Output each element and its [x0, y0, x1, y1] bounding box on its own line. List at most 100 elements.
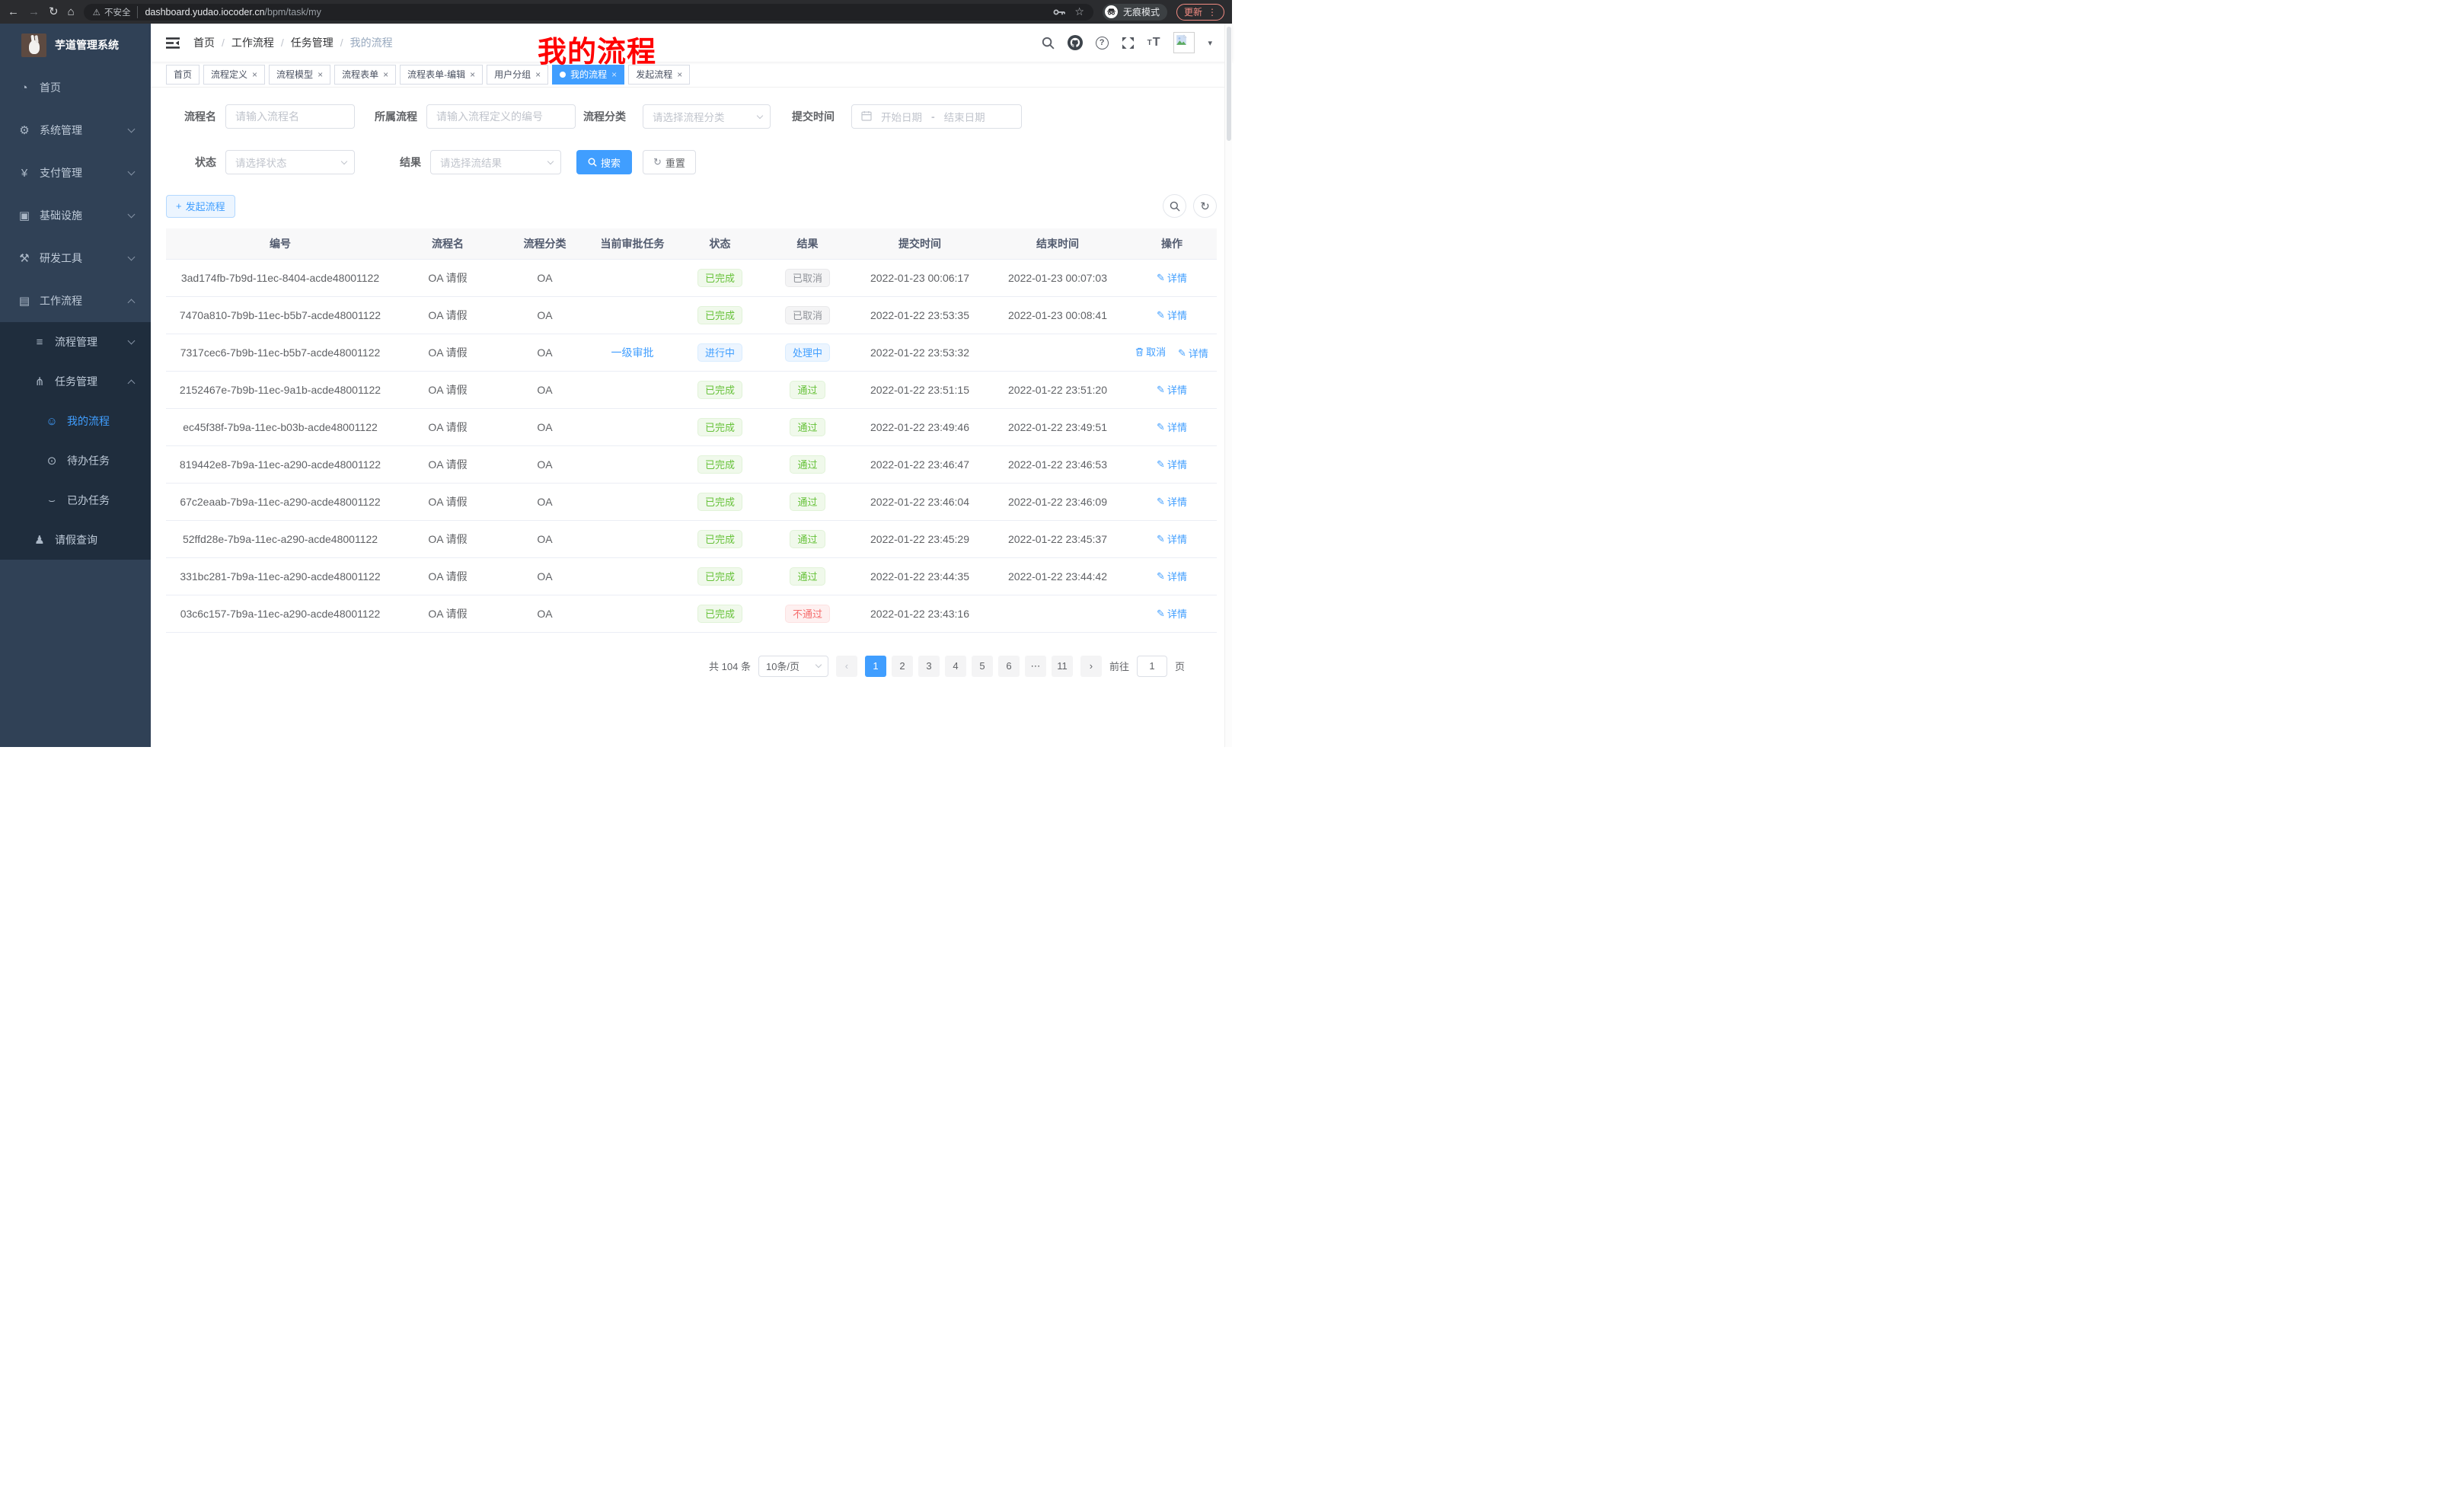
view-tab[interactable]: 发起流程 ×	[628, 65, 690, 85]
submit-time-cell: 2022-01-22 23:45:29	[851, 520, 988, 557]
address-bar[interactable]: ⚠ 不安全 dashboard.yudao.iocoder.cn/bpm/tas…	[84, 4, 1093, 21]
scrollbar[interactable]	[1224, 24, 1232, 747]
page-size-select[interactable]: 10条/页	[758, 656, 828, 677]
sidebar-item[interactable]: ⊙ 待办任务	[0, 441, 151, 480]
forward-icon[interactable]: →	[28, 6, 40, 18]
password-key-icon[interactable]	[1053, 8, 1065, 16]
view-tab[interactable]: 首页 ×	[166, 65, 199, 85]
sidebar-item[interactable]: ⌣ 已办任务	[0, 480, 151, 520]
sidebar-item[interactable]: ⚒ 研发工具	[0, 237, 151, 279]
create-process-button[interactable]: + 发起流程	[166, 195, 235, 218]
sidebar-item[interactable]: ▤ 工作流程	[0, 279, 151, 322]
tab-close-icon[interactable]: ×	[318, 69, 323, 80]
process-name-input[interactable]	[225, 104, 355, 129]
page-number-button[interactable]: 1	[865, 656, 886, 677]
help-icon[interactable]: ?	[1096, 37, 1109, 49]
security-indicator[interactable]: ⚠ 不安全	[93, 6, 139, 18]
app-logo[interactable]: 芋道管理系统	[0, 24, 151, 66]
end-time-cell: 2022-01-22 23:51:20	[988, 371, 1127, 408]
page-number-button[interactable]: 4	[945, 656, 966, 677]
detail-action-link[interactable]: ✎ 详情	[1178, 346, 1208, 360]
cancel-action-link[interactable]: 取消	[1135, 344, 1166, 359]
detail-action-link[interactable]: ✎ 详情	[1157, 420, 1187, 434]
tab-close-icon[interactable]: ×	[535, 69, 541, 80]
search-icon[interactable]	[1042, 37, 1055, 49]
scrollbar-thumb[interactable]	[1227, 27, 1231, 141]
goto-page-input[interactable]	[1137, 656, 1167, 677]
sidebar-item[interactable]: ♟ 请假查询	[0, 520, 151, 560]
reset-button[interactable]: ↻ 重置	[643, 150, 696, 174]
tab-close-icon[interactable]: ×	[383, 69, 388, 80]
bookmark-star-icon[interactable]: ☆	[1074, 5, 1084, 18]
fullscreen-icon[interactable]	[1122, 37, 1135, 49]
breadcrumb-link[interactable]: 工作流程	[231, 35, 274, 50]
process-name-cell: OA 请假	[394, 445, 501, 483]
process-name-cell: OA 请假	[394, 259, 501, 296]
tab-close-icon[interactable]: ×	[252, 69, 257, 80]
page-number-button[interactable]: 6	[998, 656, 1020, 677]
avatar[interactable]	[1173, 32, 1195, 53]
view-tab[interactable]: 流程表单 ×	[334, 65, 396, 85]
breadcrumb-link[interactable]: 我的流程	[350, 35, 393, 50]
refresh-table-button[interactable]: ↻	[1193, 194, 1217, 218]
status-badge: 已完成	[697, 567, 742, 586]
show-search-toggle-button[interactable]	[1163, 194, 1186, 218]
tab-close-icon[interactable]: ×	[470, 69, 475, 80]
process-name-cell: OA 请假	[394, 595, 501, 632]
page-number-button[interactable]: 11	[1052, 656, 1073, 677]
warning-icon: ⚠	[93, 7, 101, 18]
sidebar-item[interactable]: ☺ 我的流程	[0, 401, 151, 441]
home-icon[interactable]: ⌂	[68, 6, 75, 18]
detail-action-link[interactable]: ✎ 详情	[1157, 270, 1187, 285]
submit-time-range-picker[interactable]: 开始日期 - 结束日期	[851, 104, 1022, 129]
pagination: 共 104 条 10条/页 ‹ 1 2 3 4	[166, 656, 1217, 677]
view-tab[interactable]: 流程表单-编辑 ×	[400, 65, 483, 85]
page-number-button[interactable]: 5	[972, 656, 993, 677]
status-select[interactable]: 请选择状态	[225, 150, 355, 174]
page-number-button[interactable]: ⋯	[1025, 656, 1046, 677]
detail-action-link[interactable]: ✎ 详情	[1157, 457, 1187, 471]
prev-page-button[interactable]: ‹	[836, 656, 857, 677]
tab-close-icon[interactable]: ×	[677, 69, 682, 80]
detail-action-link[interactable]: ✎ 详情	[1157, 308, 1187, 322]
github-icon[interactable]	[1068, 35, 1083, 50]
detail-action-link[interactable]: ✎ 详情	[1157, 532, 1187, 546]
avatar-caret-icon[interactable]: ▾	[1208, 38, 1212, 48]
view-tab[interactable]: 流程模型 ×	[269, 65, 330, 85]
sidebar-item[interactable]: ≡ 流程管理	[0, 322, 151, 362]
tab-close-icon[interactable]: ×	[611, 69, 617, 80]
reload-icon[interactable]: ↻	[49, 6, 59, 18]
detail-action-link[interactable]: ✎ 详情	[1157, 494, 1187, 509]
result-select[interactable]: 请选择流结果	[430, 150, 561, 174]
breadcrumb-link[interactable]: 首页	[193, 35, 215, 50]
view-tab[interactable]: 我的流程 ×	[552, 65, 624, 85]
detail-action-link[interactable]: ✎ 详情	[1157, 569, 1187, 583]
end-time-cell: 2022-01-23 00:08:41	[988, 296, 1127, 334]
page-number-button[interactable]: 3	[918, 656, 940, 677]
browser-update-button[interactable]: 更新 ⋮	[1176, 4, 1224, 21]
view-tab[interactable]: 用户分组 ×	[487, 65, 548, 85]
detail-action-link[interactable]: ✎ 详情	[1157, 606, 1187, 621]
collapse-sidebar-icon[interactable]	[166, 37, 180, 49]
font-size-icon[interactable]: TT	[1147, 36, 1161, 49]
back-icon[interactable]: ←	[8, 6, 19, 18]
sidebar-item-label: 待办任务	[67, 453, 110, 468]
sidebar-item[interactable]: ▣ 基础设施	[0, 194, 151, 237]
view-tab[interactable]: 流程定义 ×	[203, 65, 265, 85]
search-button[interactable]: 搜索	[576, 150, 632, 174]
breadcrumb-link[interactable]: 任务管理	[291, 35, 334, 50]
current-task-link[interactable]: 一级审批	[611, 346, 654, 359]
category-cell: OA	[501, 296, 589, 334]
status-badge: 已完成	[697, 530, 742, 548]
sidebar-item[interactable]: ⚙ 系统管理	[0, 109, 151, 152]
sidebar-item[interactable]: ¥ 支付管理	[0, 152, 151, 194]
process-definition-input[interactable]	[426, 104, 576, 129]
sidebar-item[interactable]: ◔ 首页	[0, 66, 151, 109]
detail-action-link[interactable]: ✎ 详情	[1157, 382, 1187, 397]
sidebar-item[interactable]: ⋔ 任务管理	[0, 362, 151, 401]
next-page-button[interactable]: ›	[1080, 656, 1102, 677]
category-select[interactable]: 请选择流程分类	[643, 104, 771, 129]
page-number-button[interactable]: 2	[892, 656, 913, 677]
browser-menu-dots-icon[interactable]: ⋮	[1208, 7, 1217, 18]
sidebar-item-label: 流程管理	[55, 334, 97, 350]
